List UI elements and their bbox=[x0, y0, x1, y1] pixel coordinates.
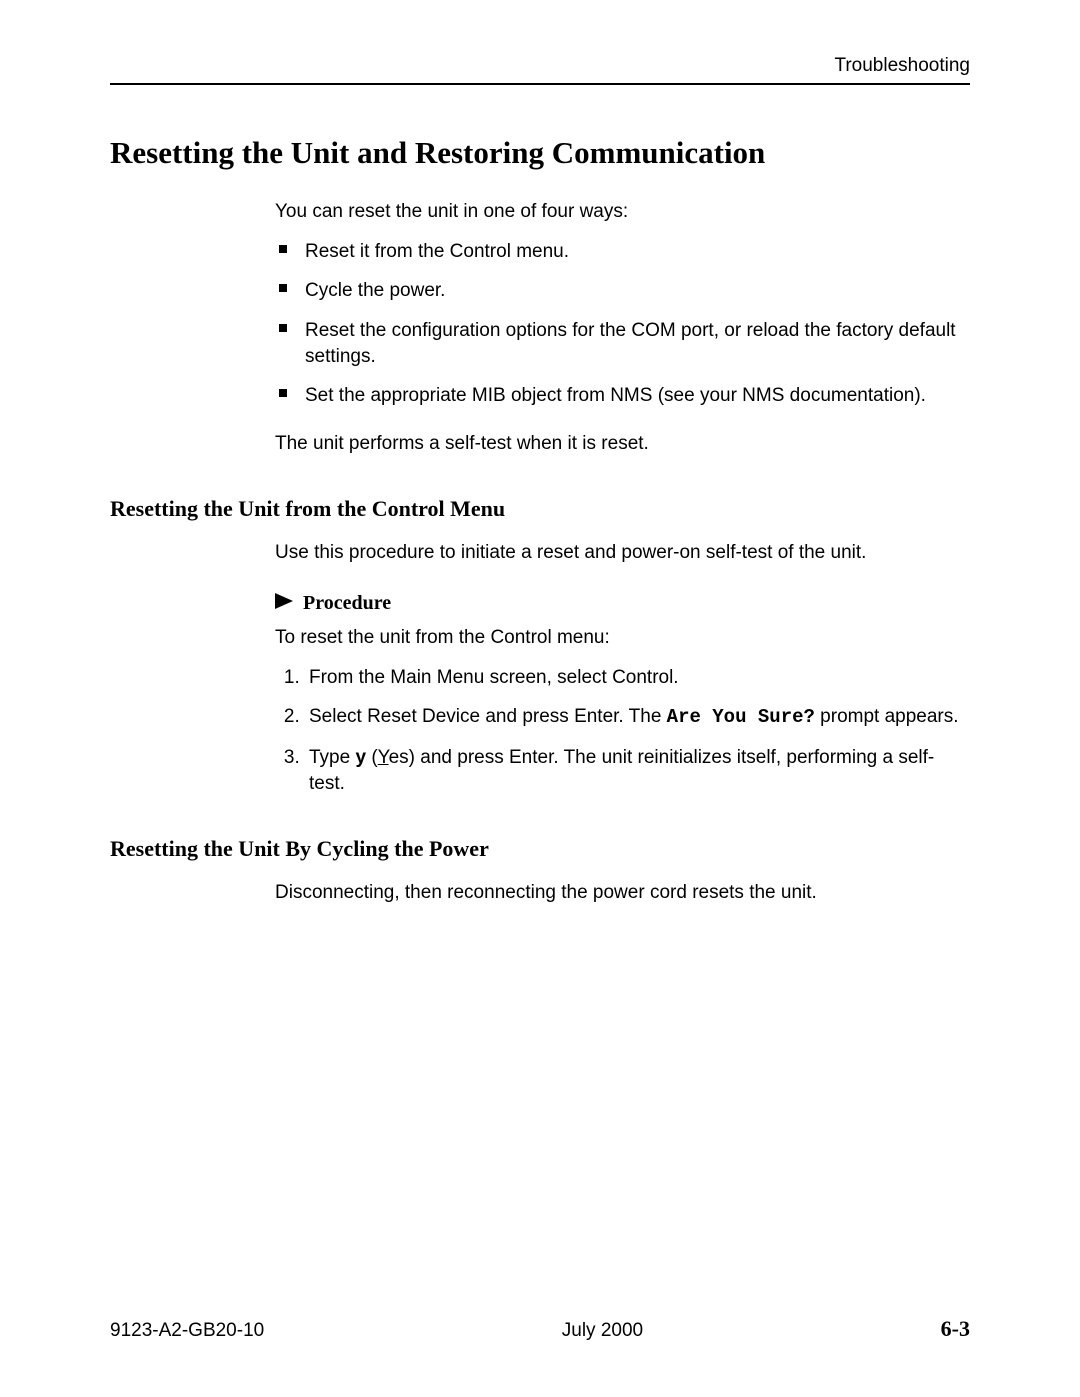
step-item: Type y (Yes) and press Enter. The unit r… bbox=[305, 745, 960, 796]
step-item: From the Main Menu screen, select Contro… bbox=[305, 665, 960, 691]
bullet-list: Reset it from the Control menu. Cycle th… bbox=[275, 239, 960, 409]
intro-block: You can reset the unit in one of four wa… bbox=[275, 199, 960, 456]
step-text: prompt appears. bbox=[815, 706, 959, 727]
footer-doc-id: 9123-A2-GB20-10 bbox=[110, 1320, 264, 1342]
underlined-text: Y bbox=[378, 747, 389, 768]
bullet-item: Set the appropriate MIB object from NMS … bbox=[275, 383, 960, 409]
bold-text: y bbox=[355, 747, 366, 768]
step-text: Select Reset Device and press Enter. The bbox=[309, 706, 667, 727]
procedure-intro: To reset the unit from the Control menu: bbox=[275, 625, 960, 651]
section1-intro: Use this procedure to initiate a reset a… bbox=[275, 540, 960, 566]
section2-body: Disconnecting, then reconnecting the pow… bbox=[275, 880, 960, 906]
bullet-item: Cycle the power. bbox=[275, 278, 960, 304]
page-title: Resetting the Unit and Restoring Communi… bbox=[110, 135, 970, 171]
document-page: Troubleshooting Resetting the Unit and R… bbox=[0, 0, 1080, 1397]
bullet-item: Reset it from the Control menu. bbox=[275, 239, 960, 265]
header-section-label: Troubleshooting bbox=[110, 55, 970, 83]
step-text: Type bbox=[309, 747, 355, 768]
intro-text: You can reset the unit in one of four wa… bbox=[275, 199, 960, 225]
bullet-item: Reset the configuration options for the … bbox=[275, 318, 960, 369]
section1-body: Use this procedure to initiate a reset a… bbox=[275, 540, 960, 796]
header-rule bbox=[110, 83, 970, 85]
triangle-right-icon bbox=[275, 593, 293, 614]
footer-page-number: 6-3 bbox=[941, 1316, 970, 1342]
procedure-header: Procedure bbox=[275, 592, 960, 615]
step-text: es) and press Enter. The unit reinitiali… bbox=[309, 747, 934, 794]
section2-text: Disconnecting, then reconnecting the pow… bbox=[275, 880, 960, 906]
procedure-label: Procedure bbox=[303, 592, 391, 615]
after-bullets-text: The unit performs a self-test when it is… bbox=[275, 431, 960, 457]
footer-date: July 2000 bbox=[562, 1320, 643, 1342]
procedure-steps: From the Main Menu screen, select Contro… bbox=[275, 665, 960, 797]
code-text: Are You Sure? bbox=[667, 706, 815, 728]
section-heading-cycle-power: Resetting the Unit By Cycling the Power bbox=[110, 836, 970, 862]
step-text: ( bbox=[366, 747, 378, 768]
step-item: Select Reset Device and press Enter. The… bbox=[305, 704, 960, 731]
page-footer: 9123-A2-GB20-10 July 2000 6-3 bbox=[110, 1316, 970, 1342]
section-heading-control-menu: Resetting the Unit from the Control Menu bbox=[110, 496, 970, 522]
